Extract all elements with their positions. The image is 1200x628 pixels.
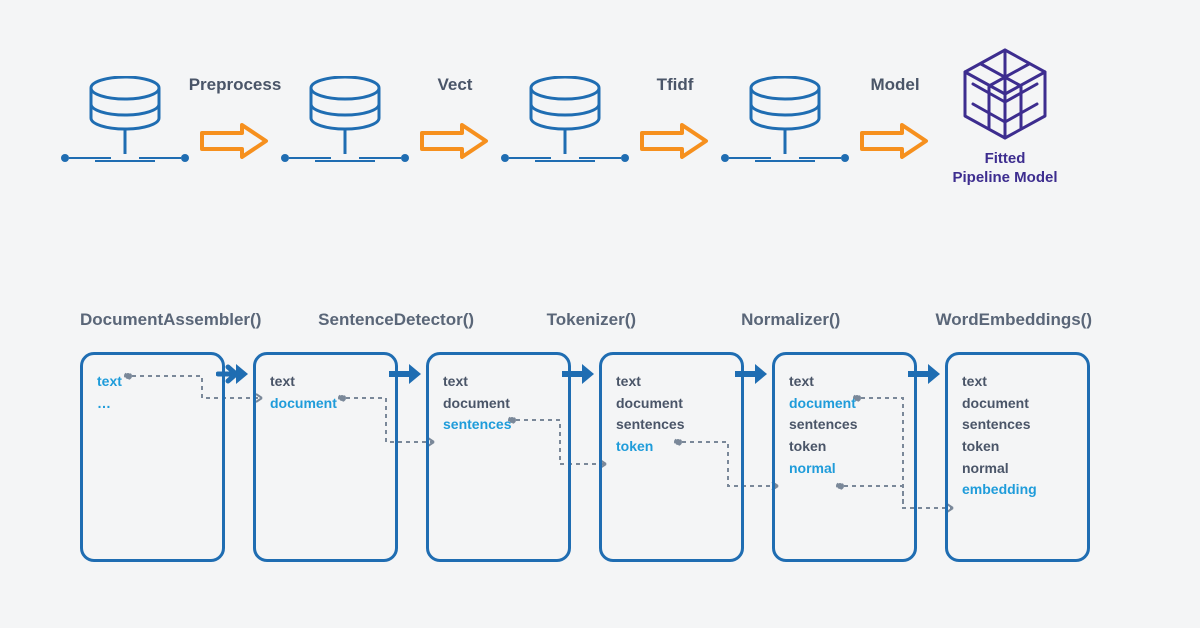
dot-icon [501,154,509,162]
pipeline-card: text… [80,352,225,562]
cube-icon [955,44,1055,144]
stage-title: Tokenizer() [547,310,697,330]
pipeline-card: textdocumentsentencestokennormal [772,352,917,562]
arrow-icon [860,123,930,159]
cube-label-line2: Pipeline Model [952,169,1057,186]
stage-label: Model [835,75,955,95]
arrow-stage-3: Tfidf [630,79,720,159]
arrow-stage-2: Vect [410,79,500,159]
dot-icon [61,154,69,162]
dot-icon [621,154,629,162]
arrow-stage-4: Model [850,79,940,159]
card-item: text [962,371,1073,393]
line-right [799,157,841,159]
stage-label: Vect [395,75,515,95]
card-item: document [443,393,554,415]
dot-icon [721,154,729,162]
db-stage-1 [60,76,190,162]
pipeline-card: textdocumentsentencestokennormalembeddin… [945,352,1090,562]
stage-title: WordEmbeddings() [936,310,1120,330]
database-icon [525,76,605,164]
stage-title: DocumentAssembler() [80,310,274,330]
card-item: text [97,371,208,393]
card-item: text [616,371,727,393]
line-right [579,157,621,159]
db-stage-4 [720,76,850,162]
pipeline-card: textdocument [253,352,398,562]
database-icon [745,76,825,164]
line-left [729,157,771,159]
database-icon [305,76,385,164]
pipeline-card: textdocumentsentences [426,352,571,562]
line-mid [315,160,375,162]
card-item: normal [789,458,900,480]
db-stage-3 [500,76,630,162]
card-item: sentences [789,414,900,436]
line-mid [95,160,155,162]
card-item: text [789,371,900,393]
card-item: text [270,371,381,393]
card-item: text [443,371,554,393]
card-item: document [789,393,900,415]
arrow-icon [200,123,270,159]
dot-icon [281,154,289,162]
card-item: document [616,393,727,415]
line-left [69,157,111,159]
card-item: embedding [962,479,1073,501]
connector-arrow-icon [216,362,248,386]
card-item: document [270,393,381,415]
line-left [509,157,551,159]
pipeline-bottom-row: DocumentAssembler() SentenceDetector() T… [80,310,1120,562]
card-item: token [616,436,727,458]
stage-label: Preprocess [175,75,295,95]
card-item: normal [962,458,1073,480]
arrow-stage-1: Preprocess [190,79,280,159]
connector-arrow-icon [908,362,940,386]
connector-arrow-icon [389,362,421,386]
card-item: … [97,393,208,415]
connector-arrow-icon [735,362,767,386]
pipeline-top-row: Preprocess Vect [60,50,1140,188]
line-mid [535,160,595,162]
stage-titles: DocumentAssembler() SentenceDetector() T… [80,310,1120,330]
stage-label: Tfidf [615,75,735,95]
card-item: sentences [962,414,1073,436]
arrow-icon [420,123,490,159]
card-item: sentences [443,414,554,436]
card-item: token [789,436,900,458]
dot-icon [841,154,849,162]
cube-label-line1: Fitted [985,150,1026,167]
database-icon [85,76,165,164]
line-right [359,157,401,159]
fitted-model-group: Fitted Pipeline Model [940,50,1070,188]
line-right [139,157,181,159]
connector-arrow-icon [562,362,594,386]
db-stage-2 [280,76,410,162]
arrow-icon [640,123,710,159]
dot-icon [181,154,189,162]
line-left [289,157,331,159]
dot-icon [401,154,409,162]
card-item: document [962,393,1073,415]
card-item: sentences [616,414,727,436]
card-item: token [962,436,1073,458]
line-mid [755,160,815,162]
stage-title: Normalizer() [741,310,891,330]
pipeline-card: textdocumentsentencestoken [599,352,744,562]
cube-label: Fitted Pipeline Model [952,150,1057,188]
stage-title: SentenceDetector() [318,310,502,330]
